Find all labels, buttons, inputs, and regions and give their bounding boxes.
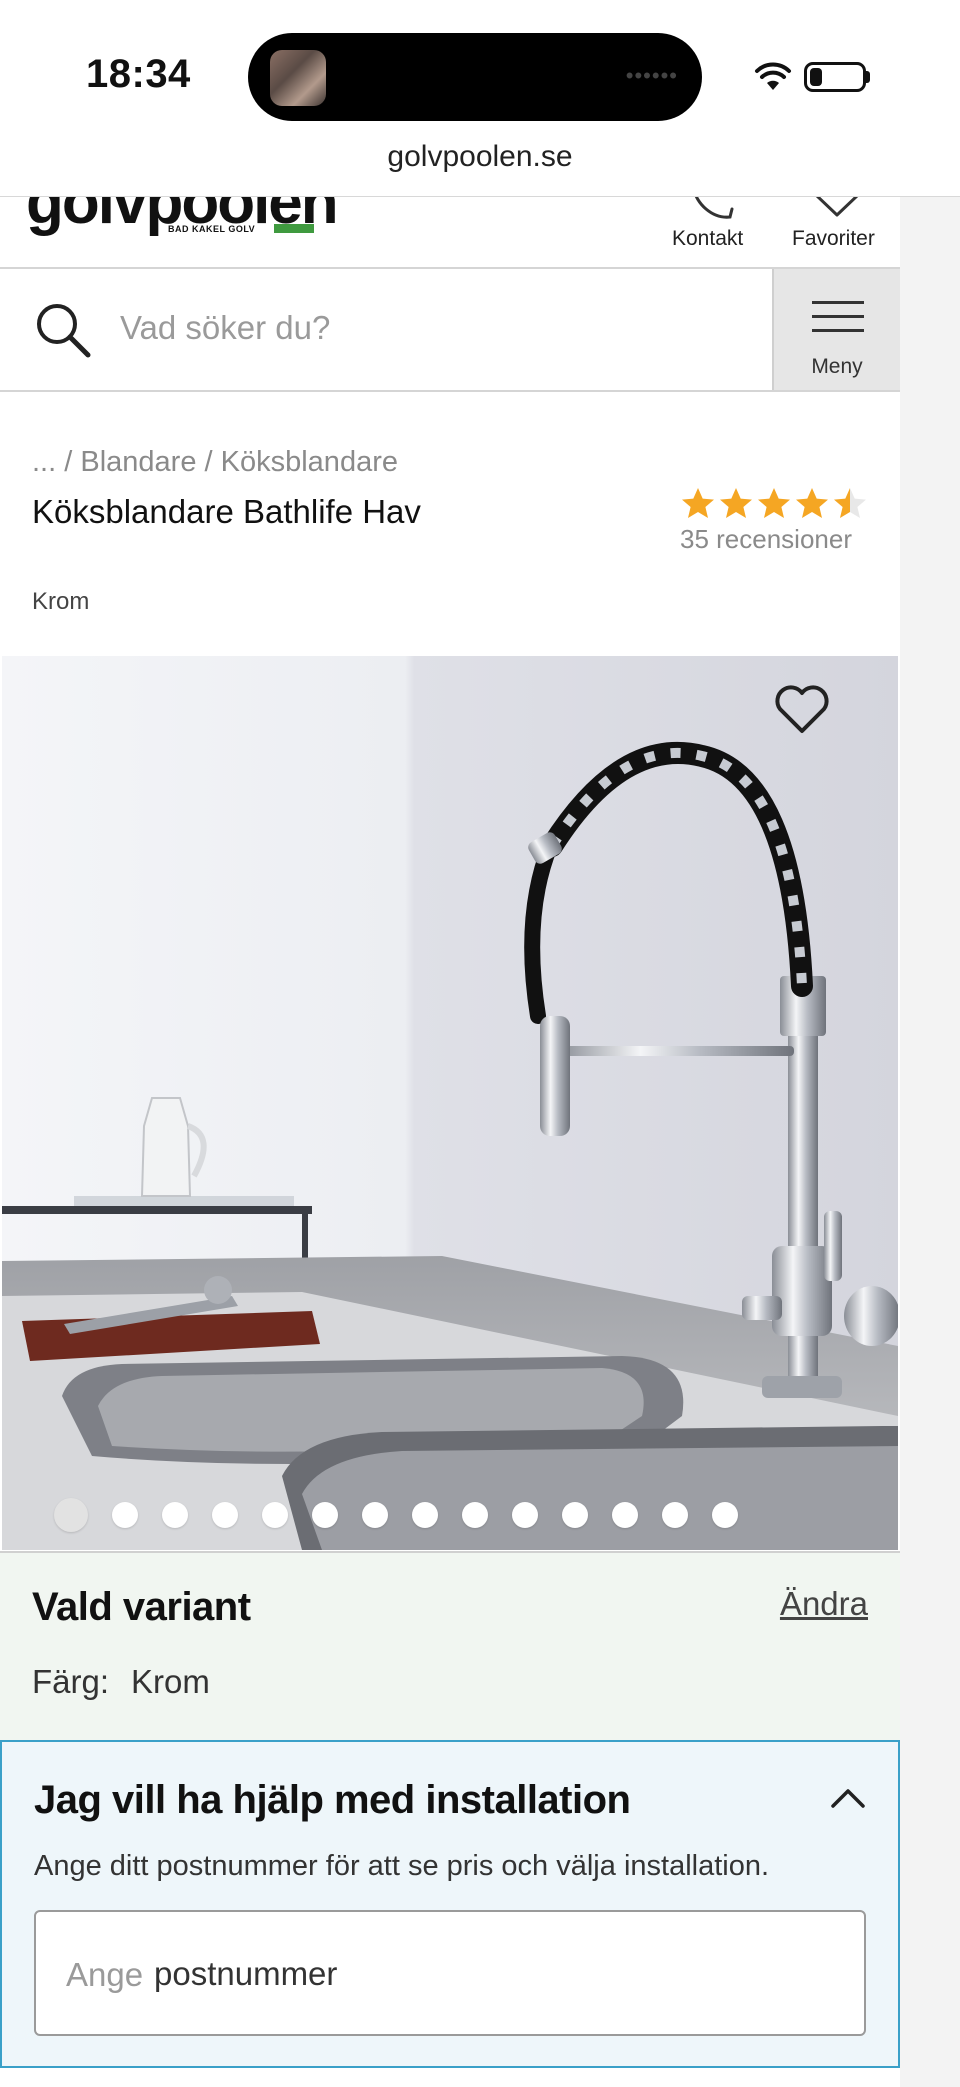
- wifi-icon: [755, 62, 791, 90]
- menu-button[interactable]: Meny: [772, 269, 900, 390]
- gallery-dot[interactable]: [662, 1502, 688, 1528]
- selected-variant-panel: Vald variant Ändra Färg: Krom: [0, 1553, 900, 1740]
- heart-icon[interactable]: [814, 197, 860, 221]
- breadcrumb-item-root[interactable]: ...: [32, 446, 56, 478]
- product-rating[interactable]: 35 recensioner: [680, 486, 870, 555]
- gallery-dot[interactable]: [462, 1502, 488, 1528]
- review-count[interactable]: 35 recensioner: [680, 524, 870, 555]
- site-header: golvpoolen BAD KAKEL GOLV Kontakt Favori…: [0, 197, 900, 267]
- variant-title: Vald variant: [32, 1585, 251, 1629]
- gallery-dot[interactable]: [362, 1502, 388, 1528]
- gallery-dot[interactable]: [512, 1502, 538, 1528]
- breadcrumb-item-koksblandare[interactable]: Köksblandare: [221, 446, 398, 478]
- variant-attribute: Färg: Krom: [32, 1663, 210, 1701]
- gallery-dot[interactable]: [312, 1502, 338, 1528]
- product-title: Köksblandare Bathlife Hav: [32, 493, 421, 530]
- logo-tagline: BAD KAKEL GOLV: [168, 224, 256, 234]
- gallery-dot[interactable]: [712, 1502, 738, 1528]
- search-bar: Meny: [0, 267, 900, 392]
- chevron-up-icon[interactable]: [830, 1786, 866, 1810]
- search-input[interactable]: [120, 293, 760, 363]
- postcode-field[interactable]: Ange: [34, 1910, 866, 2036]
- phone-icon[interactable]: [690, 197, 736, 221]
- product-photo: [2, 656, 898, 1550]
- product-variant-color: Krom: [32, 588, 90, 615]
- variant-attribute-value: Krom: [131, 1663, 210, 1700]
- logo-flag-bar: [274, 224, 314, 233]
- change-variant-link[interactable]: Ändra: [780, 1585, 868, 1623]
- gallery-dot[interactable]: [262, 1502, 288, 1528]
- installation-title[interactable]: Jag vill ha hjälp med installation: [34, 1778, 631, 1823]
- menu-label: Meny: [811, 355, 863, 378]
- gallery-dot[interactable]: [112, 1502, 138, 1528]
- star-icon: [720, 488, 752, 518]
- gallery-dot[interactable]: [212, 1502, 238, 1528]
- search-icon[interactable]: [34, 301, 94, 361]
- battery-icon: [804, 62, 866, 92]
- star-icon: [796, 488, 828, 518]
- breadcrumb-item-blandare[interactable]: Blandare: [80, 446, 196, 478]
- add-to-favorites-button[interactable]: [772, 680, 832, 740]
- rating-stars: [680, 486, 870, 520]
- gallery-dot[interactable]: [412, 1502, 438, 1528]
- contact-link[interactable]: Kontakt: [672, 227, 743, 251]
- page-edge: [900, 197, 960, 2087]
- product-image[interactable]: [2, 656, 898, 1550]
- address-bar[interactable]: golvpoolen.se: [0, 140, 960, 196]
- status-bar: 18:34 ••••••: [0, 0, 960, 140]
- battery-nub: [866, 71, 870, 83]
- heart-icon: [775, 684, 829, 733]
- gallery-dot[interactable]: [162, 1502, 188, 1528]
- gallery-pagination: [54, 1498, 738, 1532]
- installation-description: Ange ditt postnummer för att se pris och…: [34, 1850, 770, 1882]
- breadcrumb: ... / Blandare / Köksblandare: [32, 446, 398, 479]
- variant-attribute-label: Färg:: [32, 1663, 110, 1700]
- gallery-dot[interactable]: [54, 1498, 88, 1532]
- gallery-dot[interactable]: [562, 1502, 588, 1528]
- hamburger-icon: [812, 301, 864, 343]
- status-time: 18:34: [86, 52, 191, 96]
- star-icon: [758, 488, 790, 518]
- activity-indicator-icon: ••••••: [625, 63, 678, 88]
- installation-panel: Jag vill ha hjälp med installation Ange …: [0, 1740, 900, 2068]
- now-playing-thumbnail: [270, 50, 326, 106]
- breadcrumb-separator: /: [64, 446, 81, 478]
- postcode-hint: Ange: [66, 1956, 144, 1993]
- favorites-link[interactable]: Favoriter: [792, 227, 875, 251]
- breadcrumb-separator: /: [204, 446, 221, 478]
- postcode-input[interactable]: [154, 1944, 834, 2004]
- star-icon: [834, 488, 866, 518]
- gallery-dot[interactable]: [612, 1502, 638, 1528]
- star-icon: [682, 488, 714, 518]
- dynamic-island: ••••••: [248, 33, 702, 121]
